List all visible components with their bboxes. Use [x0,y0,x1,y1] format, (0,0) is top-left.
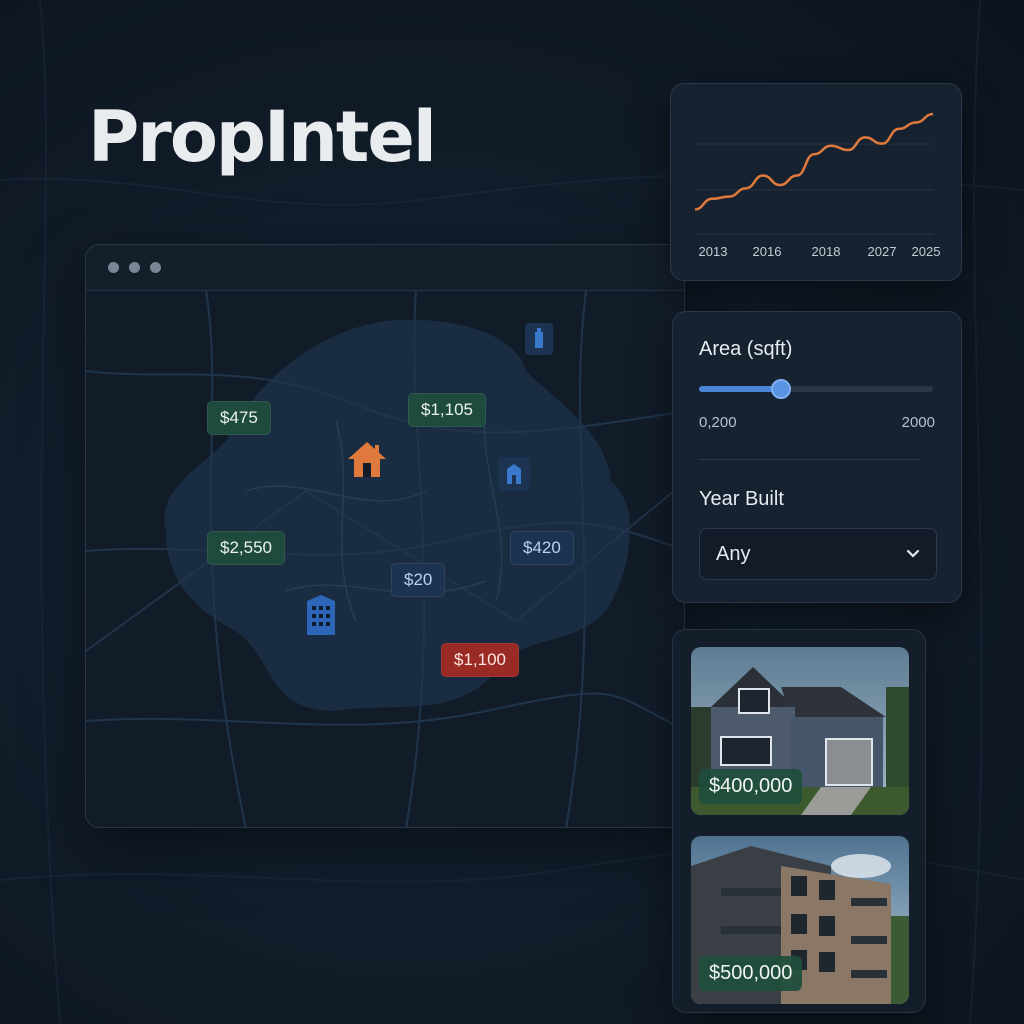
chart-series-line [694,112,934,211]
brand-title: PropIntel [88,96,437,178]
year-built-selected: Any [716,542,751,565]
area-max-label: 2000 [901,414,935,431]
building-pin-icon[interactable] [498,457,530,491]
chart-x-tick-label: 2018 [812,244,841,259]
listing-price: $400,000 [699,769,803,804]
area-slider-fill [699,386,781,392]
price-marker[interactable]: $1,100 [441,643,519,677]
filter-divider [699,459,921,460]
area-slider[interactable] [699,379,933,399]
chart-plot: 2013 2016 2018 2027 2025 [694,112,941,259]
chart-x-tick-label: 2025 [912,244,941,259]
apartment-building-pin-icon[interactable] [305,595,337,635]
map-window: $475 $1,105 $2,550 $420 $20 $1,100 [85,244,685,828]
region-area [164,319,631,711]
window-titlebar [86,245,684,291]
window-dot[interactable] [129,262,140,273]
house-pin-icon[interactable] [346,439,388,481]
chevron-down-icon [906,549,920,558]
window-dot[interactable] [150,262,161,273]
listings-panel: $400,000 $500,000 [672,629,926,1013]
price-marker[interactable]: $20 [391,563,446,597]
price-marker[interactable]: $1,105 [408,393,486,427]
price-trend-chart: 2013 2016 2018 2027 2025 [670,83,962,281]
map-base [86,290,684,827]
area-slider-thumb[interactable] [770,379,791,399]
chart-x-tick-label: 2027 [868,244,897,259]
area-min-label: 0,200 [699,414,737,431]
price-marker[interactable]: $420 [510,531,574,565]
chart-x-tick-label: 2013 [699,244,728,259]
year-built-select[interactable]: Any [699,528,937,580]
listing-card[interactable]: $400,000 [691,647,909,815]
window-dot[interactable] [108,262,119,273]
chart-x-tick-label: 2016 [753,244,782,259]
price-marker[interactable]: $2,550 [207,531,285,565]
map-canvas[interactable]: $475 $1,105 $2,550 $420 $20 $1,100 [86,290,684,827]
listing-price: $500,000 [699,956,803,991]
tower-pin-icon[interactable] [525,323,553,355]
price-marker[interactable]: $475 [207,401,271,435]
year-built-label: Year Built [699,488,784,510]
filter-panel: Area (sqft) 0,200 2000 Year Built Any [672,311,962,603]
area-filter-label: Area (sqft) [699,338,793,360]
listing-card[interactable]: $500,000 [691,836,909,1004]
